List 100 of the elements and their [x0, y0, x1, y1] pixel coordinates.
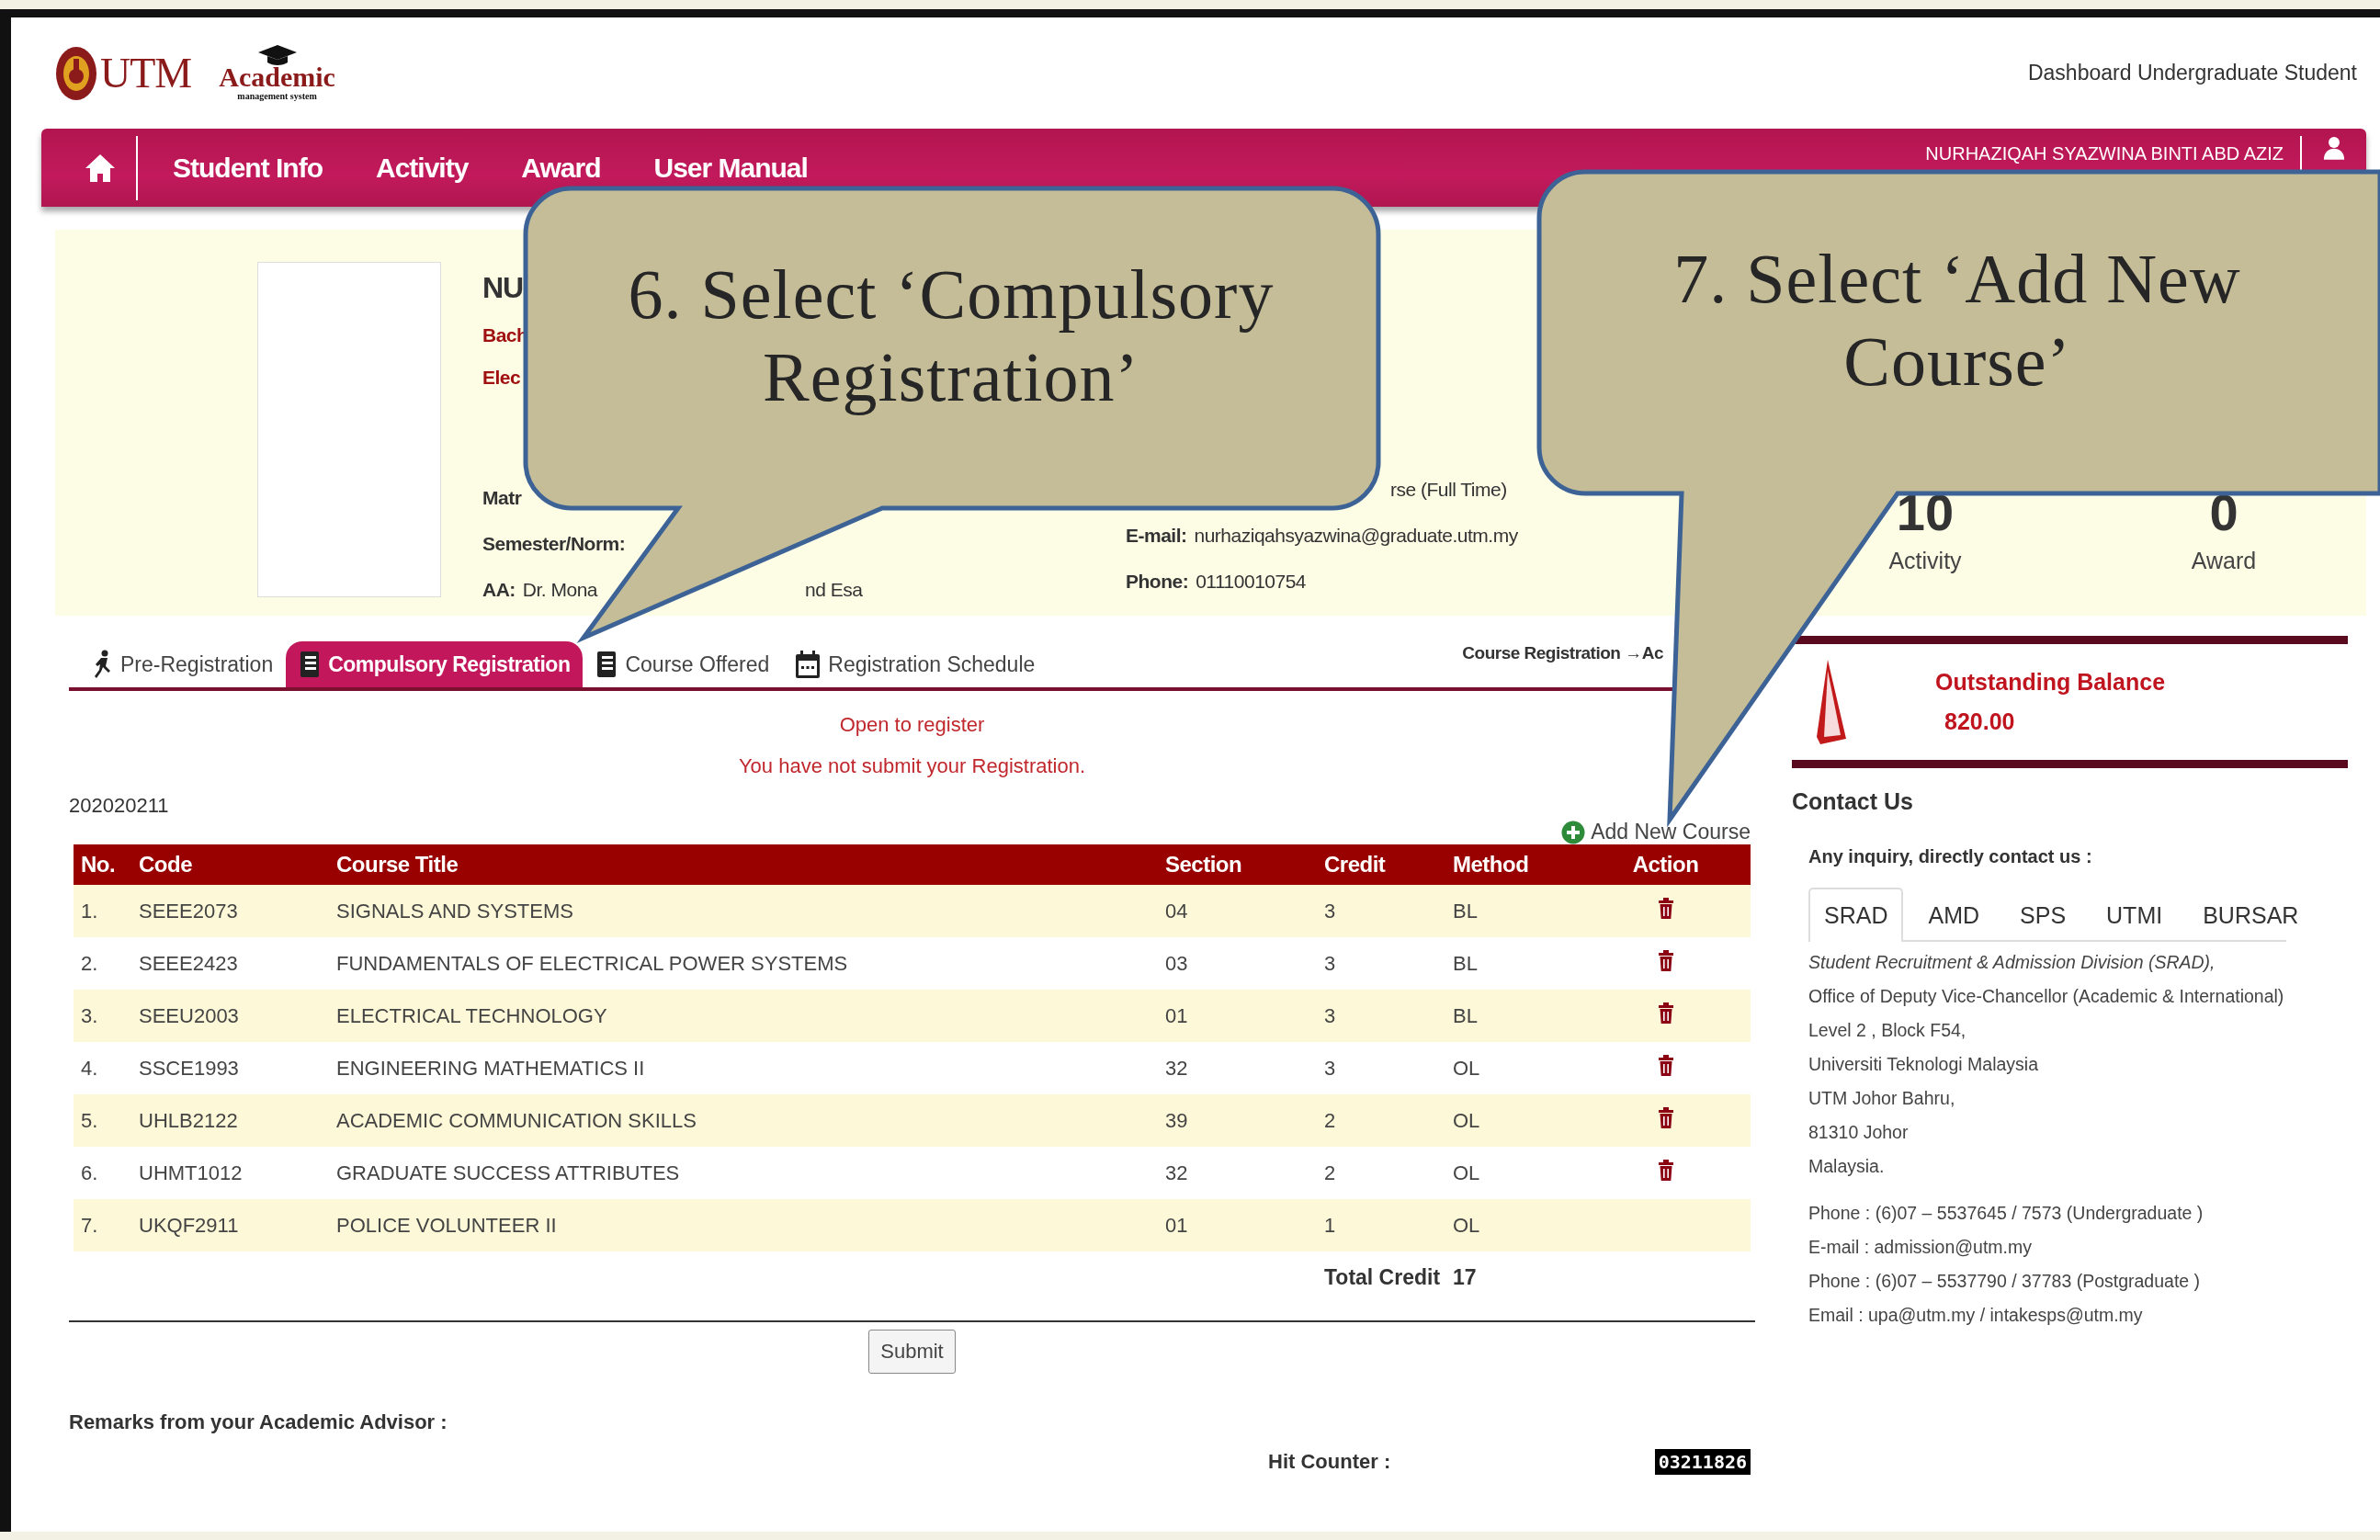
address-line: Malaysia. — [1808, 1155, 1886, 1178]
table-cell: 2 — [1317, 1147, 1445, 1199]
contact-intro: Any inquiry, directly contact us : — [1808, 846, 2093, 867]
column-header: Section — [1158, 844, 1317, 885]
table-cell: 3 — [1317, 1042, 1445, 1094]
nav-link[interactable]: Student Info — [173, 152, 323, 184]
table-cell: BL — [1445, 885, 1581, 937]
table-cell: 3 — [1317, 937, 1445, 990]
trash-icon[interactable] — [1657, 1054, 1674, 1077]
column-header: Credit — [1317, 844, 1445, 885]
contact-detail: E-mail : admission@utm.my — [1808, 1236, 2033, 1259]
home-icon[interactable] — [85, 153, 116, 183]
table-cell: GRADUATE SUCCESS ATTRIBUTES — [329, 1147, 1158, 1199]
crest-icon — [55, 45, 97, 101]
app-tagline: management system — [237, 91, 317, 101]
contact-detail: Email : upa@utm.my / intakesps@utm.my — [1808, 1304, 2144, 1327]
table-cell: 2 — [1317, 1094, 1445, 1147]
table-cell: 4. — [74, 1042, 131, 1094]
table-cell: UHLB2122 — [131, 1094, 329, 1147]
table-cell: UKQF2911 — [131, 1199, 329, 1251]
tab[interactable]: Registration Schedule — [782, 641, 1048, 687]
table-cell: 1 — [1317, 1199, 1445, 1251]
mortarboard-icon — [257, 45, 297, 65]
table-cell: ENGINEERING MATHEMATICS II — [329, 1042, 1158, 1094]
field-label: AA: — [482, 579, 516, 601]
address-line: Level 2 , Block F54, — [1808, 1019, 1967, 1042]
tab[interactable]: BURSAR — [2187, 888, 2315, 942]
table-cell: OL — [1445, 1147, 1581, 1199]
status-message: Open to register — [839, 713, 985, 736]
calendar-icon — [795, 650, 822, 679]
stat-value: 10 — [1896, 485, 1955, 540]
table-cell: 03 — [1158, 937, 1317, 990]
table-cell: SSCE1993 — [131, 1042, 329, 1094]
tab[interactable]: AMD — [1912, 888, 1996, 942]
trash-icon[interactable] — [1657, 949, 1674, 972]
column-header: No. — [74, 844, 131, 885]
field-value: nurhaziqahsyazwina@graduate.utm.my — [1194, 525, 1518, 547]
hit-counter-label: Hit Counter : — [1268, 1450, 1391, 1474]
contact-detail: Phone : (6)07 – 5537645 / 7573 (Undergraduate ) — [1808, 1202, 2204, 1225]
contact-detail: Phone : (6)07 – 5537790 / 37783 (Postgraduate ) — [1808, 1270, 2202, 1293]
total-label: Total Credit — [1317, 1251, 1445, 1304]
trash-icon[interactable] — [1657, 897, 1674, 920]
tab[interactable]: UTMI — [2091, 888, 2179, 942]
trash-icon[interactable] — [1657, 1002, 1674, 1025]
balance-amount: 820.00 — [1944, 708, 2016, 735]
table-cell: SEEU2003 — [131, 990, 329, 1042]
table-cell: 5. — [74, 1094, 131, 1147]
remarks-label: Remarks from your Academic Advisor : — [69, 1410, 448, 1434]
address-line: Universiti Teknologi Malaysia — [1808, 1053, 2039, 1076]
stat-label: Award — [2191, 548, 2257, 574]
breadcrumb: Course Registration →Ac — [1462, 643, 1663, 663]
add-course-link[interactable]: Add New Course — [1561, 820, 1751, 844]
trash-icon[interactable] — [1657, 1106, 1674, 1129]
section-title: Contact Us — [1792, 788, 1914, 815]
table-cell: OL — [1445, 1199, 1581, 1251]
table-cell: 6. — [74, 1147, 131, 1199]
nav-link[interactable]: Activity — [375, 152, 469, 184]
table-cell: OL — [1445, 1094, 1581, 1147]
total-value: 17 — [1445, 1251, 1581, 1304]
table-cell: 3 — [1317, 885, 1445, 937]
column-header: Action — [1581, 844, 1751, 885]
callout-text: 7. Select ‘Add New Course’ — [1673, 240, 2241, 400]
table-cell: 01 — [1158, 990, 1317, 1042]
address-line: UTM Johor Bahru, — [1808, 1087, 1956, 1110]
nav-link[interactable]: Award — [521, 152, 601, 184]
table-cell: SEEE2073 — [131, 885, 329, 937]
page-subtitle: Dashboard Undergraduate Student — [2027, 61, 2357, 85]
table-cell: 04 — [1158, 885, 1317, 937]
table-cell: FUNDAMENTALS OF ELECTRICAL POWER SYSTEMS — [329, 937, 1158, 990]
field-value: 01110010754 — [1196, 571, 1307, 593]
table-cell: 3. — [74, 990, 131, 1042]
table-cell: OL — [1445, 1042, 1581, 1094]
book-icon — [595, 650, 618, 679]
runner-icon — [93, 650, 113, 679]
address-line: 81310 Johor — [1808, 1121, 1910, 1144]
tab[interactable]: Course Offered — [583, 641, 783, 687]
field-value: rse (Full Time) — [1390, 479, 1507, 501]
session-code: 202020211 — [69, 794, 170, 818]
tab[interactable]: Compulsory Registration — [286, 641, 584, 687]
status-message: You have not submit your Registration. — [738, 754, 1086, 777]
user-icon[interactable] — [2323, 136, 2345, 160]
column-header: Course Title — [329, 844, 1158, 885]
field-value: nd Esa — [805, 579, 863, 601]
table-cell: 2. — [74, 937, 131, 990]
field-value: Dr. Mona — [522, 579, 598, 601]
table-cell: ACADEMIC COMMUNICATION SKILLS — [329, 1094, 1158, 1147]
tab[interactable]: SRAD — [1808, 888, 1904, 942]
stat-label: Activity — [1888, 548, 1962, 574]
division-name: Student Recruitment & Admission Division (SRAD), — [1808, 951, 2216, 974]
address-line: Office of Deputy Vice-Chancellor (Academic & International) — [1808, 985, 2285, 1008]
tab[interactable]: SPS — [2004, 888, 2082, 942]
table-cell: UHMT1012 — [131, 1147, 329, 1199]
balance-label: Outstanding Balance — [1935, 669, 2166, 696]
tab[interactable]: Pre-Registration — [80, 641, 287, 687]
submit-button[interactable]: Submit — [868, 1330, 956, 1374]
trash-icon[interactable] — [1657, 1159, 1674, 1182]
nav-link[interactable]: User Manual — [653, 152, 808, 184]
table-cell: ELECTRICAL TECHNOLOGY — [329, 990, 1158, 1042]
hit-counter: 03211826 — [1654, 1449, 1751, 1475]
table-cell: 32 — [1158, 1042, 1317, 1094]
